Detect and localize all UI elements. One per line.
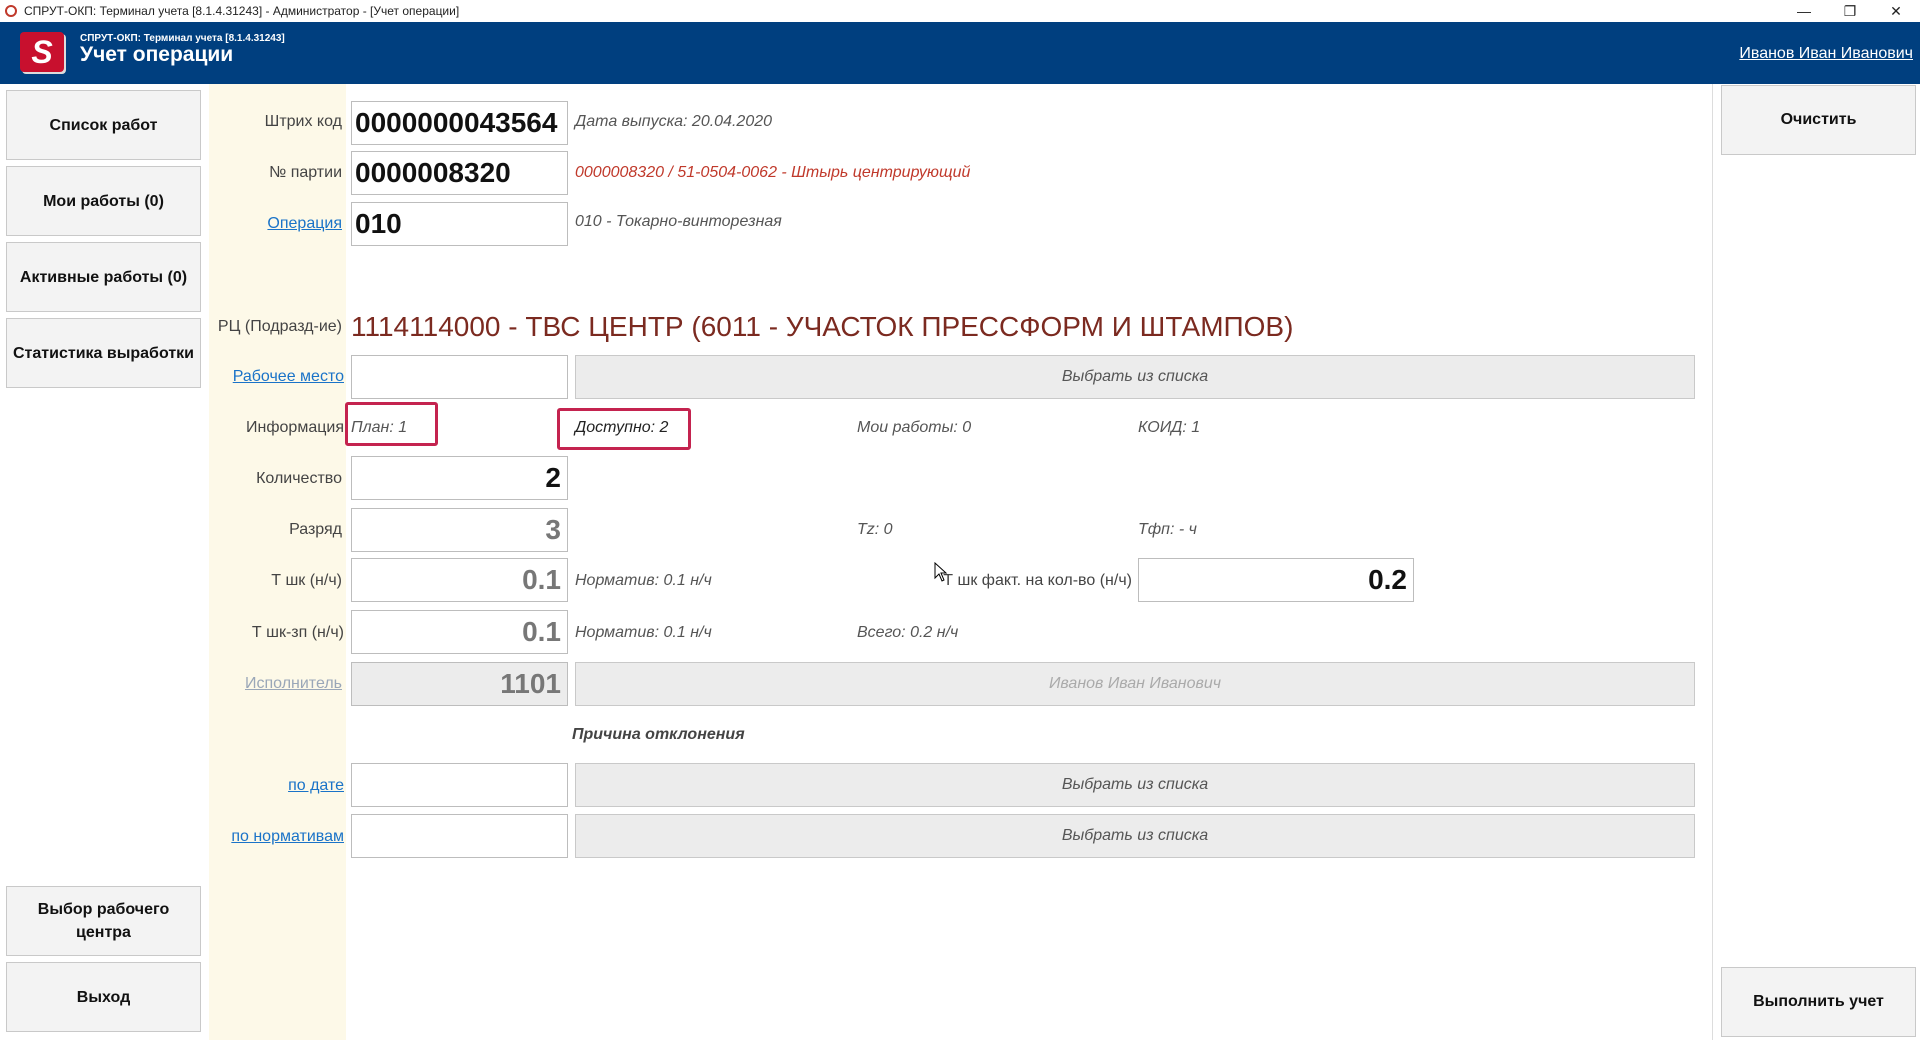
batch-input[interactable]: 0000008320 — [351, 151, 568, 195]
current-user-link[interactable]: Иванов Иван Иванович — [1739, 45, 1913, 63]
left-nav: Список работ Мои работы (0) Активные раб… — [0, 84, 209, 1040]
tz-text: Тz: 0 — [857, 521, 893, 538]
by-date-select-button[interactable]: Выбрать из списка — [575, 763, 1695, 807]
by-norms-link[interactable]: по нормативам — [212, 828, 344, 846]
maximize-button[interactable]: ❐ — [1827, 0, 1873, 22]
logo-icon: S — [20, 32, 64, 72]
tfp-text: Тфп: - ч — [1138, 521, 1197, 538]
minimize-button[interactable]: — — [1781, 0, 1827, 22]
by-norms-input[interactable] — [351, 814, 568, 858]
workplace-select-button[interactable]: Выбрать из списка — [575, 355, 1695, 399]
work-list-button[interactable]: Список работ — [6, 90, 201, 160]
page-title: Учет операции — [80, 43, 234, 66]
workcenter-label: РЦ (Подразд-ие) — [217, 318, 342, 335]
my-work-button[interactable]: Мои работы (0) — [6, 166, 201, 236]
window-title: СПРУТ-ОКП: Терминал учета [8.1.4.31243] … — [24, 4, 460, 18]
stats-button[interactable]: Статистика выработки — [6, 318, 201, 388]
quantity-label: Количество — [256, 470, 342, 487]
deviation-title: Причина отклонения — [572, 726, 745, 743]
quantity-input[interactable]: 2 — [351, 456, 568, 500]
workplace-link[interactable]: Рабочее место — [212, 368, 344, 386]
plan-text: План: 1 — [351, 419, 408, 436]
batch-label: № партии — [269, 164, 342, 181]
operation-link[interactable]: Операция — [212, 215, 342, 233]
executor-name-button: Иванов Иван Иванович — [575, 662, 1695, 706]
app-icon — [5, 5, 17, 17]
executor-input: 1101 — [351, 662, 568, 706]
tsk-input[interactable]: 0.1 — [351, 558, 568, 602]
choose-work-center-button[interactable]: Выбор рабочего центра — [6, 886, 201, 956]
mouse-cursor-icon — [934, 562, 948, 582]
batch-info-text: 0000008320 / 51-0504-0062 - Штырь центри… — [575, 164, 971, 181]
barcode-input[interactable]: 0000000043564 — [351, 101, 568, 145]
grade-label: Разряд — [289, 521, 342, 538]
my-works-text: Мои работы: 0 — [857, 419, 972, 436]
by-date-input[interactable] — [351, 763, 568, 807]
release-date-text: Дата выпуска: 20.04.2020 — [575, 113, 773, 130]
close-button[interactable]: ✕ — [1873, 0, 1919, 22]
executor-link: Исполнитель — [244, 675, 342, 692]
exit-button[interactable]: Выход — [6, 962, 201, 1032]
active-work-button[interactable]: Активные работы (0) — [6, 242, 201, 312]
barcode-label: Штрих код — [264, 113, 342, 130]
by-date-link[interactable]: по дате — [212, 777, 344, 795]
workcenter-value: 1114114000 - ТВС ЦЕНТР (6011 - УЧАСТОК П… — [351, 311, 1294, 342]
clear-button[interactable]: Очистить — [1721, 85, 1916, 155]
right-panel: Очистить Выполнить учет — [1712, 84, 1920, 1040]
operation-info-text: 010 - Токарно-винторезная — [575, 213, 782, 230]
logo-letter: S — [31, 34, 53, 70]
available-text: Доступно: 2 — [575, 419, 669, 436]
tsk-zp-input[interactable]: 0.1 — [351, 610, 568, 654]
operation-input[interactable]: 010 — [351, 202, 568, 246]
execute-accounting-button[interactable]: Выполнить учет — [1721, 967, 1916, 1037]
tsk-fact-input[interactable]: 0.2 — [1138, 558, 1414, 602]
grade-input[interactable]: 3 — [351, 508, 568, 552]
tsk-zp-norm-text: Норматив: 0.1 н/ч — [575, 624, 712, 641]
tsk-zp-label: Т шк-зп (н/ч) — [251, 624, 344, 641]
tsk-zp-total-text: Всего: 0.2 н/ч — [857, 624, 959, 641]
window-titlebar: СПРУТ-ОКП: Терминал учета [8.1.4.31243] … — [0, 0, 1920, 22]
tsk-norm-text: Норматив: 0.1 н/ч — [575, 572, 712, 589]
by-norms-select-button[interactable]: Выбрать из списка — [575, 814, 1695, 858]
koid-text: КОИД: 1 — [1138, 419, 1201, 436]
app-header: S СПРУТ-ОКП: Терминал учета [8.1.4.31243… — [0, 22, 1920, 84]
tsk-label: Т шк (н/ч) — [271, 572, 342, 589]
info-label: Информация — [246, 419, 344, 436]
workplace-input[interactable] — [351, 355, 568, 399]
